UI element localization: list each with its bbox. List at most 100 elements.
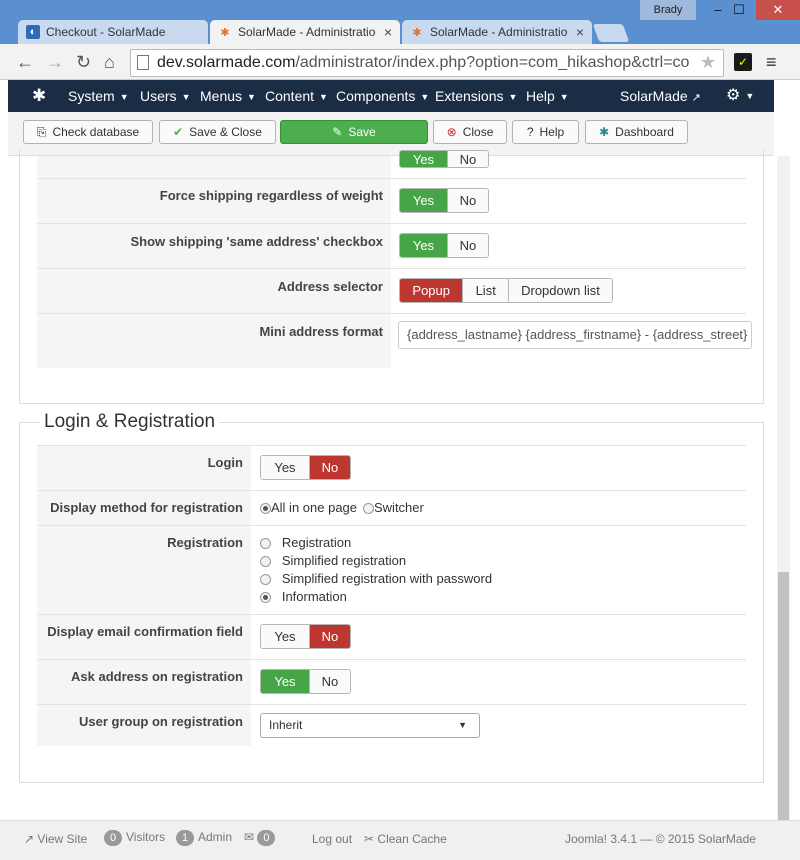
all-in-one-page-radio[interactable]: All in one page bbox=[260, 500, 357, 515]
menu-content[interactable]: Content ▼ bbox=[265, 88, 328, 104]
registration-option[interactable]: Registration bbox=[260, 535, 351, 550]
maximize-icon[interactable]: ☐ bbox=[726, 0, 752, 20]
version-text: Joomla! 3.4.1 — © 2015 SolarMade bbox=[565, 832, 756, 846]
menu-help[interactable]: Help ▼ bbox=[526, 88, 569, 104]
site-name: SolarMade bbox=[620, 88, 688, 104]
dropdown-caret-icon: ▼ bbox=[458, 720, 467, 730]
scrollbar-thumb[interactable] bbox=[778, 572, 789, 820]
bookmark-star-icon[interactable]: ★ bbox=[700, 52, 716, 73]
menu-system[interactable]: System ▼ bbox=[68, 88, 129, 104]
email-confirmation-label: Display email confirmation field bbox=[37, 615, 251, 659]
yes-option[interactable]: Yes bbox=[400, 151, 447, 167]
caret-down-icon: ▼ bbox=[319, 92, 328, 103]
force-shipping-toggle[interactable]: Yes No bbox=[399, 188, 489, 213]
registration-label: Registration bbox=[37, 526, 251, 614]
address-bar[interactable]: dev.solarmade.com/administrator/index.ph… bbox=[130, 49, 724, 77]
radio-icon bbox=[260, 556, 271, 568]
login-toggle[interactable]: Yes No bbox=[260, 455, 351, 480]
back-arrow-icon[interactable]: ← bbox=[16, 52, 34, 72]
caret-down-icon: ▼ bbox=[420, 92, 430, 103]
caret-down-icon: ▼ bbox=[745, 90, 755, 101]
help-button[interactable]: ? Help bbox=[512, 120, 579, 144]
admin-indicator: 1 Admin bbox=[176, 830, 232, 846]
radio-label: Simplified registration bbox=[281, 553, 407, 568]
dashboard-button[interactable]: ✱ Dashboard bbox=[585, 120, 688, 144]
admin-status-bar: ↗ View Site 0 Visitors 1 Admin ✉ 0 Log out… bbox=[0, 820, 800, 860]
ask-address-toggle[interactable]: Yes No bbox=[260, 669, 351, 694]
page-icon bbox=[137, 55, 149, 70]
messages-indicator[interactable]: ✉ 0 bbox=[244, 830, 279, 846]
checkmark-icon: ✔ bbox=[173, 125, 184, 139]
radio-label: All in one page bbox=[271, 500, 358, 515]
close-button[interactable]: ⊗ Close bbox=[433, 120, 507, 144]
database-icon: ⎘ bbox=[36, 124, 47, 139]
home-icon[interactable]: ⌂ bbox=[104, 52, 115, 72]
view-site-link[interactable]: ↗ View Site bbox=[24, 832, 87, 846]
close-circle-icon: ⊗ bbox=[446, 125, 457, 139]
url-path: /administrator/index.php?option=com_hika… bbox=[295, 54, 690, 71]
menu-label: Components bbox=[336, 88, 416, 104]
no-option[interactable]: No bbox=[446, 189, 488, 212]
radio-selected-icon bbox=[260, 592, 271, 604]
new-tab-button[interactable] bbox=[592, 24, 630, 42]
browser-menu-icon[interactable]: ≡ bbox=[766, 52, 777, 73]
close-tab-icon[interactable]: × bbox=[384, 24, 392, 40]
save-close-button[interactable]: ✔ Save & Close bbox=[159, 120, 276, 144]
menu-components[interactable]: Components ▼ bbox=[336, 88, 429, 104]
information-option[interactable]: Information bbox=[260, 589, 347, 604]
dropdown-list-option[interactable]: Dropdown list bbox=[507, 279, 612, 302]
browser-user-badge[interactable]: Brady bbox=[640, 0, 696, 20]
list-option[interactable]: List bbox=[462, 279, 508, 302]
browser-tab-admin[interactable]: ✱ SolarMade - Administratio × bbox=[402, 20, 592, 44]
user-group-select[interactable]: Inherit ▼ bbox=[260, 713, 480, 738]
same-address-toggle[interactable]: Yes No bbox=[399, 233, 489, 258]
no-option[interactable]: No bbox=[446, 151, 488, 167]
reload-icon[interactable]: ↻ bbox=[76, 52, 91, 72]
visitors-label: Visitors bbox=[126, 830, 166, 844]
window-close-icon[interactable]: ✕ bbox=[756, 0, 800, 20]
forward-arrow-icon[interactable]: → bbox=[46, 52, 64, 72]
logout-link[interactable]: Log out bbox=[312, 832, 352, 846]
check-database-button[interactable]: ⎘ Check database bbox=[23, 120, 153, 144]
menu-label: System bbox=[68, 88, 115, 104]
menu-extensions[interactable]: Extensions ▼ bbox=[435, 88, 517, 104]
close-tab-icon[interactable]: × bbox=[576, 24, 584, 40]
button-label: Save & Close bbox=[189, 125, 262, 139]
simplified-registration-option[interactable]: Simplified registration bbox=[260, 553, 406, 568]
switcher-radio[interactable]: Switcher bbox=[363, 500, 424, 515]
site-link[interactable]: SolarMade ↗ bbox=[620, 88, 701, 104]
url-host: dev.solarmade.com bbox=[157, 54, 296, 71]
menu-menus[interactable]: Menus ▼ bbox=[200, 88, 256, 104]
joomla-logo-icon[interactable]: ✱ bbox=[32, 86, 46, 106]
yes-option[interactable]: Yes bbox=[261, 625, 309, 648]
visitors-count-badge: 0 bbox=[104, 830, 122, 846]
external-link-icon: ↗ bbox=[24, 832, 35, 846]
caret-down-icon: ▼ bbox=[559, 92, 569, 103]
clean-cache-link[interactable]: ✂ Clean Cache bbox=[364, 832, 447, 846]
menu-label: Help bbox=[526, 88, 555, 104]
browser-tab-admin-active[interactable]: ✱ SolarMade - Administratio × bbox=[210, 20, 400, 44]
radio-label: Simplified registration with password bbox=[281, 571, 493, 586]
mini-address-input[interactable]: {address_lastname} {address_firstname} -… bbox=[398, 321, 752, 349]
email-confirmation-toggle[interactable]: Yes No bbox=[260, 624, 351, 649]
menu-users[interactable]: Users ▼ bbox=[140, 88, 190, 104]
partial-row-toggle[interactable]: Yes No bbox=[399, 150, 489, 168]
no-option[interactable]: No bbox=[446, 234, 488, 257]
no-option[interactable]: No bbox=[308, 456, 350, 479]
settings-gear-icon[interactable]: ⚙ ▼ bbox=[726, 85, 754, 105]
no-option[interactable]: No bbox=[308, 625, 350, 648]
yes-option[interactable]: Yes bbox=[400, 234, 447, 257]
radio-icon bbox=[260, 574, 271, 586]
yes-option[interactable]: Yes bbox=[261, 670, 309, 693]
address-selector-toggle[interactable]: Popup List Dropdown list bbox=[399, 278, 613, 303]
extension-icon[interactable]: ✓ bbox=[734, 53, 752, 71]
save-button[interactable]: ✎ Save bbox=[280, 120, 428, 144]
caret-down-icon: ▼ bbox=[247, 92, 256, 103]
popup-option[interactable]: Popup bbox=[400, 279, 463, 302]
joomla-favicon-icon: ✱ bbox=[220, 26, 230, 39]
no-option[interactable]: No bbox=[308, 670, 350, 693]
yes-option[interactable]: Yes bbox=[400, 189, 447, 212]
yes-option[interactable]: Yes bbox=[261, 456, 309, 479]
simplified-registration-password-option[interactable]: Simplified registration with password bbox=[260, 571, 492, 586]
browser-tab-checkout[interactable]: ◐ Checkout - SolarMade bbox=[18, 20, 208, 44]
